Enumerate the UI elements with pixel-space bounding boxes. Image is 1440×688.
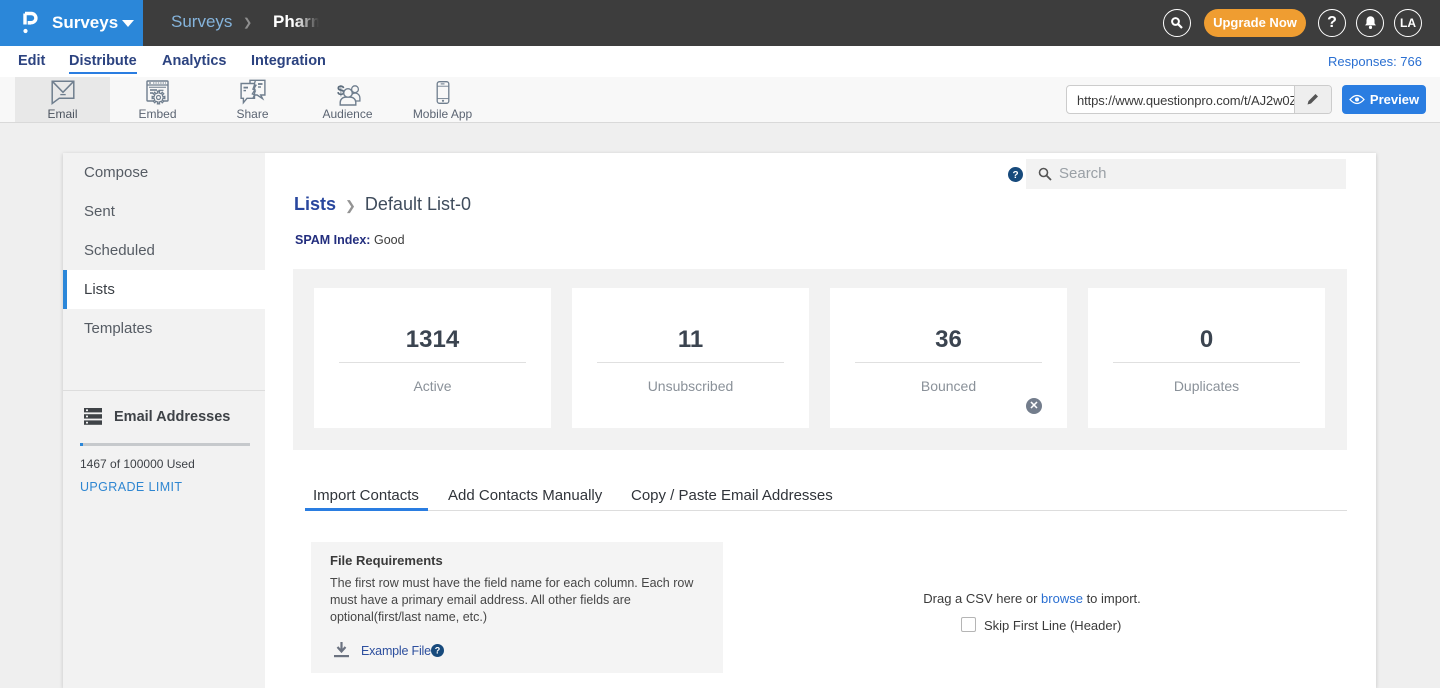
svg-text:?: ? [435, 646, 441, 656]
svg-text:?: ? [1012, 170, 1018, 181]
